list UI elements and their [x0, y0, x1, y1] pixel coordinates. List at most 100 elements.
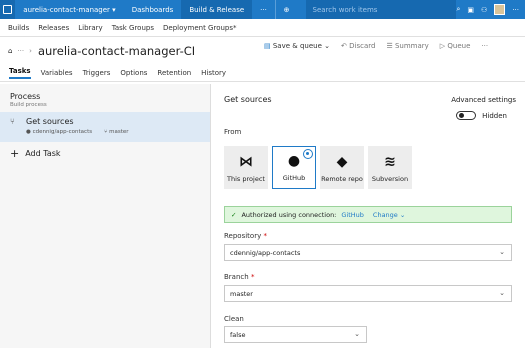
project-selector[interactable]: aurelia-contact-manager ▾ — [15, 0, 123, 19]
required-marker: * — [263, 232, 267, 240]
chevron-right-icon: › — [29, 46, 32, 55]
discard-button[interactable]: ↶ Discard — [341, 42, 375, 50]
discard-label: Discard — [349, 42, 376, 50]
tab-history[interactable]: History — [201, 69, 226, 77]
search-icon[interactable]: ⌕ — [456, 5, 460, 14]
change-label: Change — [372, 210, 398, 219]
process-header[interactable]: Process Build process — [0, 84, 210, 112]
tile-label: Remote repo — [321, 175, 363, 183]
git-icon: ◆ — [336, 154, 348, 170]
visual-studio-icon: ⋈ — [239, 154, 253, 170]
more-actions-button[interactable]: ··· — [481, 42, 488, 50]
project-name: aurelia-contact-manager — [23, 5, 110, 14]
details-title: Get sources — [224, 95, 272, 104]
add-task-button[interactable]: + Add Task — [0, 144, 210, 162]
globe-icon[interactable]: ⊕ — [276, 0, 298, 19]
search-placeholder: Search work items — [312, 5, 378, 14]
summary-icon: ☰ — [386, 42, 393, 50]
breadcrumb-ellipsis[interactable]: ··· — [17, 47, 24, 55]
clean-select[interactable]: false ⌄ — [224, 326, 367, 343]
subnav-deployment-groups[interactable]: Deployment Groups* — [163, 24, 237, 32]
clean-value: false — [230, 330, 246, 339]
subnav-builds[interactable]: Builds — [8, 24, 29, 32]
summary-button[interactable]: ☰ Summary — [386, 42, 428, 50]
tab-retention[interactable]: Retention — [157, 69, 191, 77]
tab-tasks[interactable]: Tasks — [9, 67, 31, 79]
selected-radio-icon — [303, 149, 313, 159]
repository-type-picker: ⋈ This project ● GitHub ◆ Remote repo ≋ … — [224, 146, 412, 189]
tile-remote-repo[interactable]: ◆ Remote repo — [320, 146, 364, 189]
connection-link[interactable]: GitHub — [341, 211, 364, 219]
people-icon[interactable]: ⚇ — [481, 6, 487, 14]
process-subtitle: Build process — [10, 102, 47, 108]
task-repo-text: cdennig/app-contacts — [32, 129, 93, 135]
save-queue-label: Save & queue — [272, 42, 322, 50]
tile-label: Subversion — [371, 175, 409, 183]
build-icon: ⌂ — [8, 46, 13, 55]
task-title-text: Get sources — [26, 117, 74, 126]
task-details-panel: Get sources Advanced settings Hidden Fro… — [212, 84, 525, 348]
branch-value: master — [230, 289, 253, 298]
advanced-settings-label: Advanced settings — [451, 96, 516, 104]
tab-options[interactable]: Options — [120, 69, 147, 77]
subnav-releases[interactable]: Releases — [38, 24, 69, 32]
advanced-settings-toggle-row: Hidden — [456, 111, 507, 120]
tile-label: GitHub — [282, 174, 306, 182]
branch-label: Branch * — [224, 273, 254, 281]
task-branch-text: master — [109, 129, 129, 135]
undo-icon: ↶ — [341, 42, 347, 50]
sub-nav: Builds Releases Library Task Groups Depl… — [0, 19, 525, 37]
change-button[interactable]: Change ⌄ — [373, 211, 405, 219]
save-queue-button[interactable]: ▤ Save & queue ⌄ — [264, 42, 330, 50]
repository-value: cdennig/app-contacts — [230, 248, 301, 257]
advanced-settings-toggle[interactable] — [456, 111, 477, 120]
tab-triggers[interactable]: Triggers — [83, 69, 111, 77]
save-icon: ▤ — [264, 42, 271, 50]
search-input[interactable]: Search work items — [305, 0, 457, 19]
nav-build-release[interactable]: Build & Release — [181, 0, 253, 19]
checkmark-icon: ✓ — [231, 210, 237, 219]
queue-button[interactable]: ▷ Queue — [440, 42, 471, 50]
tile-subversion[interactable]: ≋ Subversion — [368, 146, 412, 189]
task-repo: ● cdennig/app-contacts — [26, 129, 92, 135]
chevron-down-icon: ⌄ — [399, 210, 406, 219]
vsts-logo-icon[interactable] — [0, 0, 16, 19]
add-task-label: Add Task — [25, 148, 61, 158]
tile-github[interactable]: ● GitHub — [272, 146, 316, 189]
auth-text: Authorized using connection: — [241, 210, 337, 219]
task-title: ⑂ Get sources — [10, 117, 200, 126]
authorization-banner: ✓ Authorized using connection: GitHub Ch… — [224, 206, 512, 223]
repository-select[interactable]: cdennig/app-contacts ⌄ — [224, 244, 512, 261]
more-icon[interactable]: ··· — [512, 6, 519, 14]
top-nav: aurelia-contact-manager ▾ Dashboards Bui… — [0, 0, 525, 19]
process-panel: Process Build process ⑂ Get sources ● cd… — [0, 84, 211, 348]
chevron-down-icon: ⌄ — [324, 42, 330, 50]
queue-label: Queue — [447, 42, 471, 50]
tab-variables[interactable]: Variables — [41, 69, 73, 77]
task-branch: ⑂ master — [104, 129, 128, 135]
required-marker: * — [250, 273, 255, 281]
task-get-sources[interactable]: ⑂ Get sources ● cdennig/app-contacts ⑂ m… — [0, 112, 210, 142]
source-branch-icon: ⑂ — [10, 117, 15, 126]
avatar[interactable] — [494, 4, 506, 15]
repository-label-text: Repository — [224, 232, 262, 240]
chevron-down-icon: ⌄ — [499, 289, 505, 297]
branch-label-text: Branch — [224, 273, 249, 281]
subversion-icon: ≋ — [384, 154, 396, 170]
tile-this-project[interactable]: ⋈ This project — [224, 146, 268, 189]
process-title: Process — [10, 92, 41, 101]
task-subtitle: ● cdennig/app-contacts ⑂ master — [10, 129, 200, 135]
subnav-library[interactable]: Library — [78, 24, 102, 32]
github-icon: ● — [287, 153, 301, 169]
nav-more[interactable]: ··· — [252, 0, 275, 19]
marketplace-icon[interactable]: ▣ — [467, 6, 474, 14]
nav-dashboards[interactable]: Dashboards — [124, 0, 182, 19]
branch-select[interactable]: master ⌄ — [224, 285, 512, 302]
tile-label: This project — [227, 175, 265, 183]
subnav-task-groups[interactable]: Task Groups — [112, 24, 154, 32]
definition-tabs: Tasks Variables Triggers Options Retenti… — [0, 64, 525, 82]
chevron-down-icon: ▾ — [109, 5, 116, 14]
from-label: From — [224, 128, 242, 136]
page-title[interactable]: aurelia-contact-manager-CI — [38, 44, 195, 58]
plus-icon: + — [10, 146, 20, 160]
